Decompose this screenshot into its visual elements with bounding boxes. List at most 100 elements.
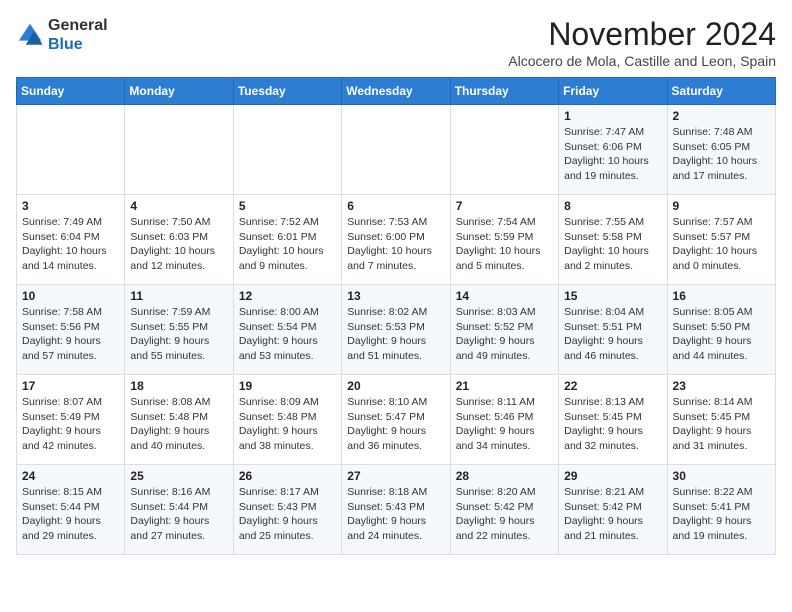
day-number: 6 (347, 199, 444, 213)
calendar-cell: 15 Sunrise: 8:04 AMSunset: 5:51 PMDayligh… (559, 285, 667, 375)
day-number: 29 (564, 469, 661, 483)
day-info: Sunrise: 8:05 AMSunset: 5:50 PMDaylight:… (673, 305, 770, 364)
day-info: Sunrise: 7:53 AMSunset: 6:00 PMDaylight:… (347, 215, 444, 274)
weekday-header-wednesday: Wednesday (342, 78, 450, 105)
day-number: 5 (239, 199, 336, 213)
calendar-cell: 28 Sunrise: 8:20 AMSunset: 5:42 PMDayligh… (450, 465, 558, 555)
day-info: Sunrise: 8:14 AMSunset: 5:45 PMDaylight:… (673, 395, 770, 454)
day-number: 28 (456, 469, 553, 483)
day-number: 23 (673, 379, 770, 393)
day-number: 15 (564, 289, 661, 303)
day-info: Sunrise: 8:07 AMSunset: 5:49 PMDaylight:… (22, 395, 119, 454)
day-number: 12 (239, 289, 336, 303)
month-title: November 2024 (508, 16, 776, 53)
calendar-week-3: 10 Sunrise: 7:58 AMSunset: 5:56 PMDayligh… (17, 285, 776, 375)
day-number: 20 (347, 379, 444, 393)
day-info: Sunrise: 7:47 AMSunset: 6:06 PMDaylight:… (564, 125, 661, 184)
calendar-cell (125, 105, 233, 195)
day-info: Sunrise: 8:10 AMSunset: 5:47 PMDaylight:… (347, 395, 444, 454)
page-header: General Blue November 2024 Alcocero de M… (16, 16, 776, 69)
day-info: Sunrise: 8:20 AMSunset: 5:42 PMDaylight:… (456, 485, 553, 544)
day-number: 13 (347, 289, 444, 303)
day-info: Sunrise: 7:55 AMSunset: 5:58 PMDaylight:… (564, 215, 661, 274)
day-info: Sunrise: 8:08 AMSunset: 5:48 PMDaylight:… (130, 395, 227, 454)
calendar-cell: 2 Sunrise: 7:48 AMSunset: 6:05 PMDaylight… (667, 105, 775, 195)
day-info: Sunrise: 7:54 AMSunset: 5:59 PMDaylight:… (456, 215, 553, 274)
calendar-cell: 17 Sunrise: 8:07 AMSunset: 5:49 PMDayligh… (17, 375, 125, 465)
day-info: Sunrise: 8:09 AMSunset: 5:48 PMDaylight:… (239, 395, 336, 454)
day-info: Sunrise: 8:18 AMSunset: 5:43 PMDaylight:… (347, 485, 444, 544)
logo-text: General Blue (48, 16, 108, 54)
calendar-cell: 13 Sunrise: 8:02 AMSunset: 5:53 PMDayligh… (342, 285, 450, 375)
day-number: 3 (22, 199, 119, 213)
calendar-cell: 7 Sunrise: 7:54 AMSunset: 5:59 PMDaylight… (450, 195, 558, 285)
day-number: 1 (564, 109, 661, 123)
calendar-cell: 9Sunrise: 7:57 AMSunset: 5:57 PMDaylight… (667, 195, 775, 285)
day-number: 21 (456, 379, 553, 393)
day-number: 19 (239, 379, 336, 393)
calendar-cell: 6 Sunrise: 7:53 AMSunset: 6:00 PMDaylight… (342, 195, 450, 285)
calendar-table: SundayMondayTuesdayWednesdayThursdayFrid… (16, 77, 776, 555)
day-number: 17 (22, 379, 119, 393)
weekday-header-friday: Friday (559, 78, 667, 105)
calendar-cell: 10 Sunrise: 7:58 AMSunset: 5:56 PMDayligh… (17, 285, 125, 375)
calendar-week-5: 24 Sunrise: 8:15 AMSunset: 5:44 PMDayligh… (17, 465, 776, 555)
weekday-header-sunday: Sunday (17, 78, 125, 105)
day-info: Sunrise: 7:57 AMSunset: 5:57 PMDaylight:… (673, 215, 770, 274)
day-info: Sunrise: 7:48 AMSunset: 6:05 PMDaylight:… (673, 125, 770, 184)
location-title: Alcocero de Mola, Castille and Leon, Spa… (508, 53, 776, 69)
calendar-cell: 20 Sunrise: 8:10 AMSunset: 5:47 PMDayligh… (342, 375, 450, 465)
calendar-cell: 18Sunrise: 8:08 AMSunset: 5:48 PMDayligh… (125, 375, 233, 465)
day-number: 11 (130, 289, 227, 303)
logo-icon (16, 21, 44, 49)
calendar-week-1: 1 Sunrise: 7:47 AMSunset: 6:06 PMDaylight… (17, 105, 776, 195)
calendar-body: 1 Sunrise: 7:47 AMSunset: 6:06 PMDaylight… (17, 105, 776, 555)
day-info: Sunrise: 8:11 AMSunset: 5:46 PMDaylight:… (456, 395, 553, 454)
calendar-cell: 29 Sunrise: 8:21 AMSunset: 5:42 PMDayligh… (559, 465, 667, 555)
day-number: 14 (456, 289, 553, 303)
calendar-cell: 5 Sunrise: 7:52 AMSunset: 6:01 PMDaylight… (233, 195, 341, 285)
calendar-cell: 3 Sunrise: 7:49 AMSunset: 6:04 PMDaylight… (17, 195, 125, 285)
weekday-header-monday: Monday (125, 78, 233, 105)
calendar-week-4: 17 Sunrise: 8:07 AMSunset: 5:49 PMDayligh… (17, 375, 776, 465)
weekday-header-saturday: Saturday (667, 78, 775, 105)
day-info: Sunrise: 8:02 AMSunset: 5:53 PMDaylight:… (347, 305, 444, 364)
calendar-cell: 1 Sunrise: 7:47 AMSunset: 6:06 PMDaylight… (559, 105, 667, 195)
calendar-cell: 30 Sunrise: 8:22 AMSunset: 5:41 PMDayligh… (667, 465, 775, 555)
calendar-cell: 23 Sunrise: 8:14 AMSunset: 5:45 PMDayligh… (667, 375, 775, 465)
calendar-cell: 12Sunrise: 8:00 AMSunset: 5:54 PMDayligh… (233, 285, 341, 375)
day-info: Sunrise: 7:58 AMSunset: 5:56 PMDaylight:… (22, 305, 119, 364)
day-info: Sunrise: 7:59 AMSunset: 5:55 PMDaylight:… (130, 305, 227, 364)
day-number: 7 (456, 199, 553, 213)
day-info: Sunrise: 8:04 AMSunset: 5:51 PMDaylight:… (564, 305, 661, 364)
calendar-cell: 4Sunrise: 7:50 AMSunset: 6:03 PMDaylight… (125, 195, 233, 285)
day-info: Sunrise: 7:49 AMSunset: 6:04 PMDaylight:… (22, 215, 119, 274)
day-number: 2 (673, 109, 770, 123)
day-info: Sunrise: 8:21 AMSunset: 5:42 PMDaylight:… (564, 485, 661, 544)
day-number: 24 (22, 469, 119, 483)
day-info: Sunrise: 8:22 AMSunset: 5:41 PMDaylight:… (673, 485, 770, 544)
day-info: Sunrise: 8:17 AMSunset: 5:43 PMDaylight:… (239, 485, 336, 544)
calendar-cell (342, 105, 450, 195)
day-info: Sunrise: 7:52 AMSunset: 6:01 PMDaylight:… (239, 215, 336, 274)
calendar-week-2: 3 Sunrise: 7:49 AMSunset: 6:04 PMDaylight… (17, 195, 776, 285)
day-number: 22 (564, 379, 661, 393)
calendar-cell: 24 Sunrise: 8:15 AMSunset: 5:44 PMDayligh… (17, 465, 125, 555)
day-number: 8 (564, 199, 661, 213)
logo: General Blue (16, 16, 108, 54)
calendar-header: SundayMondayTuesdayWednesdayThursdayFrid… (17, 78, 776, 105)
day-number: 10 (22, 289, 119, 303)
calendar-cell (17, 105, 125, 195)
day-info: Sunrise: 8:15 AMSunset: 5:44 PMDaylight:… (22, 485, 119, 544)
weekday-header-row: SundayMondayTuesdayWednesdayThursdayFrid… (17, 78, 776, 105)
calendar-cell: 21 Sunrise: 8:11 AMSunset: 5:46 PMDayligh… (450, 375, 558, 465)
calendar-cell (450, 105, 558, 195)
weekday-header-tuesday: Tuesday (233, 78, 341, 105)
title-area: November 2024 Alcocero de Mola, Castille… (508, 16, 776, 69)
day-number: 25 (130, 469, 227, 483)
day-info: Sunrise: 8:03 AMSunset: 5:52 PMDaylight:… (456, 305, 553, 364)
calendar-cell: 11 Sunrise: 7:59 AMSunset: 5:55 PMDayligh… (125, 285, 233, 375)
day-number: 30 (673, 469, 770, 483)
day-info: Sunrise: 8:16 AMSunset: 5:44 PMDaylight:… (130, 485, 227, 544)
weekday-header-thursday: Thursday (450, 78, 558, 105)
